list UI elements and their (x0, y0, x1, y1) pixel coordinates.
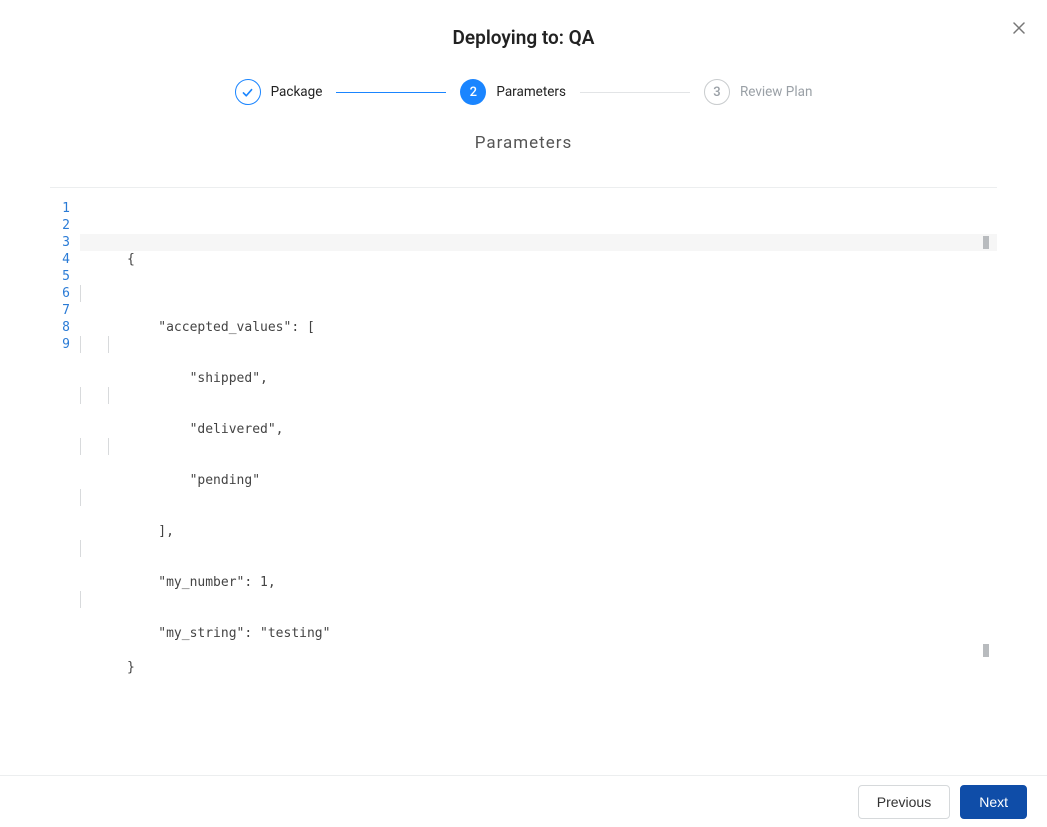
code-text: { (127, 252, 135, 267)
check-icon (241, 86, 254, 99)
step-label: Package (271, 84, 323, 100)
code-text: ], (127, 524, 174, 539)
line-number: 7 (50, 302, 70, 319)
code-line: } (80, 642, 997, 659)
step-package[interactable]: Package (235, 79, 323, 105)
step-circle-completed (235, 79, 261, 105)
code-line: { (80, 234, 997, 251)
modal-header: Deploying to: QA (0, 0, 1047, 49)
footer: Previous Next (0, 775, 1047, 827)
code-text: "shipped", (127, 371, 268, 386)
step-label: Parameters (496, 84, 566, 100)
line-number: 1 (50, 200, 70, 217)
line-number: 8 (50, 319, 70, 336)
code-line: "accepted_values": [ (80, 285, 997, 302)
line-number: 3 (50, 234, 70, 251)
close-icon (1011, 20, 1027, 36)
code-line: ], (80, 489, 997, 506)
step-parameters[interactable]: 2 Parameters (460, 79, 566, 105)
step-connector (580, 92, 690, 93)
step-review-plan[interactable]: 3 Review Plan (704, 79, 812, 105)
code-text: } (127, 660, 135, 675)
code-area[interactable]: { "accepted_values": [ "shipped", "deliv… (76, 200, 997, 680)
step-circle-active: 2 (460, 79, 486, 105)
next-button[interactable]: Next (960, 785, 1027, 819)
code-line: "my_number": 1, (80, 540, 997, 557)
code-editor[interactable]: 1 2 3 4 5 6 7 8 9 { "accepted_values": [… (50, 200, 997, 680)
line-number: 9 (50, 336, 70, 353)
step-connector (336, 92, 446, 93)
modal-title: Deploying to: QA (0, 26, 1047, 49)
line-number: 5 (50, 268, 70, 285)
divider (50, 187, 997, 188)
close-button[interactable] (1009, 18, 1029, 38)
section-title: Parameters (0, 133, 1047, 153)
step-label: Review Plan (740, 84, 812, 100)
previous-button[interactable]: Previous (858, 785, 950, 819)
stepper: Package 2 Parameters 3 Review Plan (0, 79, 1047, 105)
code-line: "delivered", (80, 387, 997, 404)
code-text: "pending" (127, 473, 260, 488)
code-line: "pending" (80, 438, 997, 455)
code-line: "my_string": "testing" (80, 591, 997, 608)
cursor-indicator (983, 236, 989, 249)
code-line: "shipped", (80, 336, 997, 353)
code-text: "delivered", (127, 422, 284, 437)
line-number: 2 (50, 217, 70, 234)
step-circle-pending: 3 (704, 79, 730, 105)
line-number: 6 (50, 285, 70, 302)
line-number-gutter: 1 2 3 4 5 6 7 8 9 (50, 200, 76, 680)
cursor-indicator (983, 644, 989, 657)
code-text: "my_number": 1, (127, 575, 276, 590)
code-text: "my_string": "testing" (127, 626, 331, 641)
line-number: 4 (50, 251, 70, 268)
code-text: "accepted_values": [ (127, 320, 315, 335)
